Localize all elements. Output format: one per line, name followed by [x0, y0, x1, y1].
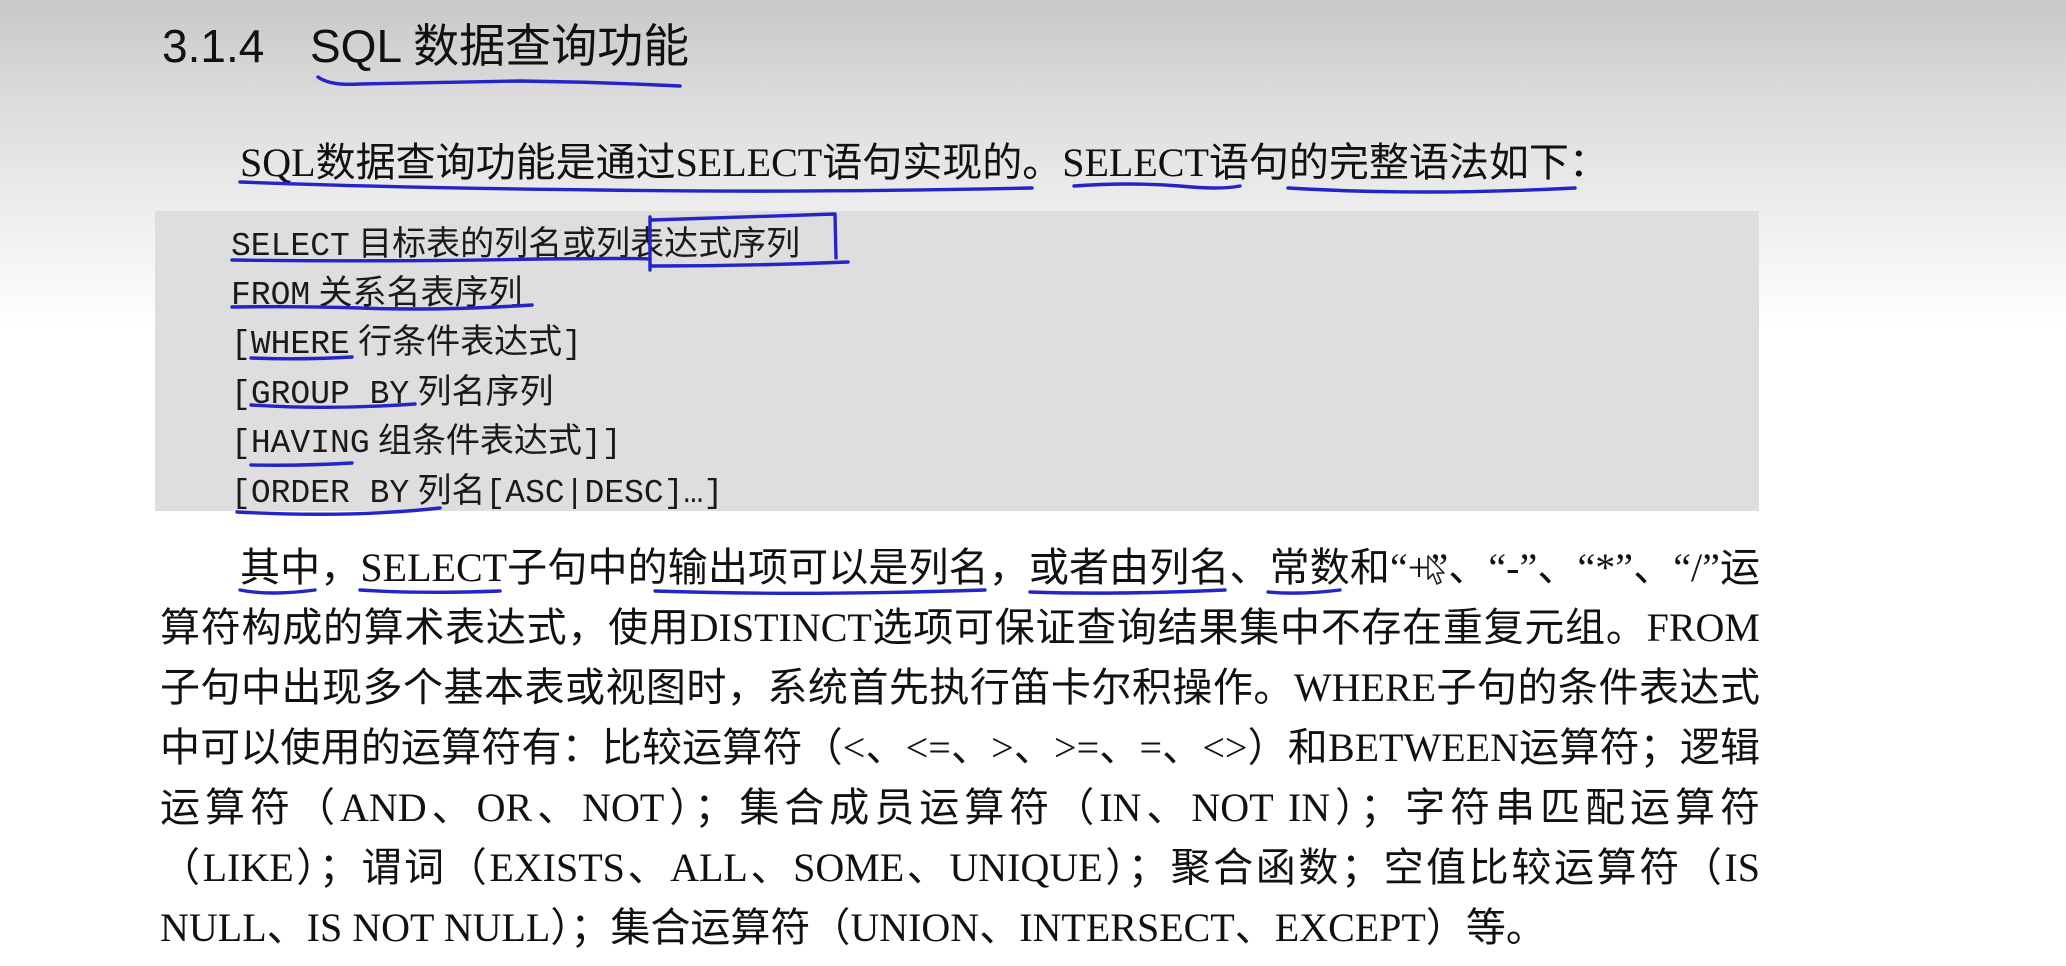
intro-sentence: SQL数据查询功能是通过SELECT语句实现的。SELECT语句的完整语法如下： [240, 140, 1609, 185]
annotation-underline [316, 75, 682, 88]
syntax-text: 列名 [417, 473, 486, 510]
syntax-keyword: ORDER BY [250, 475, 410, 512]
syntax-line-from: FROM 关系名表序列 [231, 269, 522, 321]
select-syntax-block: SELECT 目标表的列名或列表达式序列 FROM 关系名表序列 [WHERE … [155, 211, 1759, 512]
syntax-keyword: FROM [231, 277, 311, 314]
syntax-line-having: [HAVING 组条件表达式]] [231, 423, 622, 462]
move-cursor-icon [1427, 555, 1445, 585]
syntax-text: 目标表的列名或列表达式序列 [358, 226, 801, 263]
syntax-text: 关系名表序列 [318, 275, 523, 312]
section-heading: 3.1.4 SQL 数据查询功能 [162, 16, 689, 76]
section-number: 3.1.4 [162, 20, 265, 72]
syntax-keyword: GROUP BY [250, 376, 410, 413]
syntax-text: 行条件表达式 [358, 324, 563, 361]
syntax-text: 组条件表达式 [377, 423, 582, 460]
syntax-keyword: WHERE [250, 326, 350, 363]
syntax-keyword: HAVING [250, 425, 370, 462]
syntax-line-where: [WHERE 行条件表达式] [231, 324, 582, 363]
explanation-paragraph: 其中，SELECT子句中的输出项可以是列名，或者由列名、常数和“+”、“-”、“… [160, 545, 1760, 950]
syntax-line-order-by: [ORDER BY 列名[ASC|DESC]…] [231, 473, 724, 512]
section-title: SQL 数据查询功能 [310, 20, 690, 72]
syntax-line-group-by: [GROUP BY 列名序列 [231, 374, 554, 413]
syntax-keyword: SELECT [231, 228, 350, 265]
syntax-text: 列名序列 [417, 374, 554, 411]
document-page: 3.1.4 SQL 数据查询功能 SQL数据查询功能是通过SELECT语句实现的。… [0, 0, 2066, 966]
syntax-line-select: SELECT 目标表的列名或列表达式序列 [231, 220, 800, 272]
